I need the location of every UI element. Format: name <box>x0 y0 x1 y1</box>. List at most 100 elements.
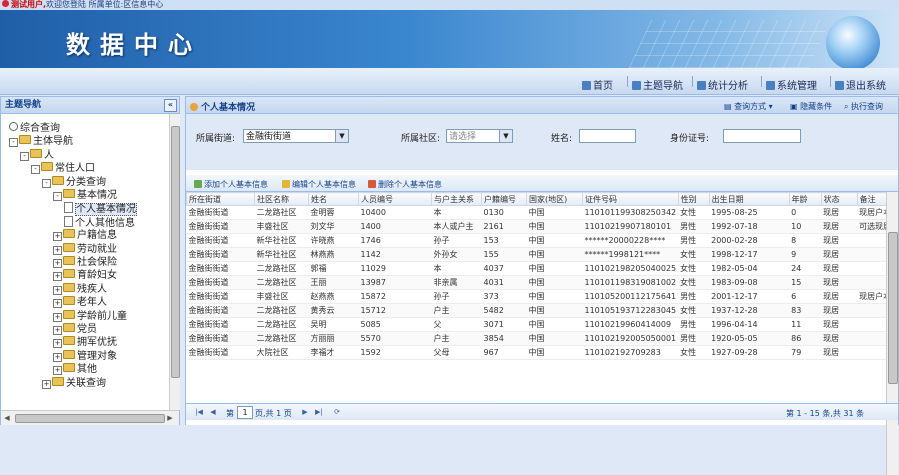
edit-record-button[interactable]: 编辑个人基本信息 <box>282 179 356 190</box>
grid-scroll-thumb[interactable] <box>888 232 898 384</box>
expand-node-icon[interactable]: + <box>53 259 62 268</box>
expand-node-icon[interactable]: + <box>53 245 62 255</box>
add-record-button[interactable]: 添加个人基本信息 <box>194 179 268 190</box>
scroll-right-arrow-icon[interactable]: ▶ <box>165 413 175 423</box>
tree-node[interactable]: + 党员 <box>53 323 97 335</box>
next-page-icon[interactable]: ▶ <box>300 407 310 417</box>
collapse-node-icon[interactable]: - <box>31 165 40 175</box>
column-header[interactable]: 性别 <box>677 192 710 206</box>
column-header[interactable]: 出生日期 <box>708 192 790 206</box>
grid-vertical-scrollbar[interactable] <box>886 192 898 475</box>
run-query-button[interactable]: ⌕ 执行查询 <box>844 101 883 112</box>
expand-node-icon[interactable]: + <box>53 299 62 309</box>
collapse-node-icon[interactable]: - <box>42 178 51 188</box>
tree-node[interactable]: + 育龄妇女 <box>53 269 117 282</box>
column-header[interactable]: 户籍编号 <box>481 192 527 206</box>
left-nav-panel: 主题导航 « 综合查询 - 主体导航 - 人 - 常住人口 - 分类查询 - 基本情况 个人基本情况个… <box>0 96 180 425</box>
table-cell: 二龙路社区 <box>254 261 309 276</box>
tree-node[interactable]: + 户籍信息 <box>53 229 117 242</box>
column-header[interactable]: 年龄 <box>788 192 822 206</box>
tree-node[interactable]: 综合查询 <box>9 122 60 134</box>
tree-node[interactable]: + 管理对象 <box>53 349 117 362</box>
tree-node-label: 关联查询 <box>66 377 106 389</box>
scroll-left-arrow-icon[interactable]: ◀ <box>2 413 12 423</box>
tree-node[interactable]: -人 <box>20 148 54 161</box>
table-row[interactable]: 金融街街道 二龙路社区 郭福 11029 本 4037 中国 1101021982050400… <box>186 261 894 276</box>
expand-node-icon[interactable]: + <box>53 352 62 362</box>
column-header[interactable]: 国家(地区) <box>526 192 583 206</box>
column-header[interactable]: 证件号码 <box>582 192 679 206</box>
delete-record-button[interactable]: 删除个人基本信息 <box>368 179 442 190</box>
nav-topic[interactable]: 主题导航 <box>632 77 683 92</box>
page-number-input[interactable]: 1 <box>237 406 253 419</box>
table-row[interactable]: 金融街街道 二龙路社区 黄秀云 15712 户主 5482 中国 11010519371228… <box>186 303 894 318</box>
table-row[interactable]: 金融街街道 二龙路社区 金明蓉 10400 本 0130 中国 110101199308250… <box>186 205 894 220</box>
column-header[interactable]: 姓名 <box>308 192 359 206</box>
table-cell: 2161 <box>481 219 527 234</box>
table-row[interactable]: 金融街街道 丰盛社区 刘文华 1400 本人或户主 2161 中国 1101021990718… <box>186 219 894 234</box>
tree-node[interactable]: - 常住人口 <box>31 162 95 175</box>
expand-node-icon[interactable]: + <box>53 366 62 376</box>
tree-node[interactable]: + 拥军优抚 <box>53 336 117 349</box>
nav-home[interactable]: 首页 <box>582 77 613 92</box>
id-number-input[interactable] <box>723 129 801 143</box>
tree-node[interactable]: - 分类查询 <box>42 175 106 188</box>
nav-exit[interactable]: 退出系统 <box>835 77 886 92</box>
table-row[interactable]: 金融街街道 大院社区 李福才 1592 父母 967 中国 110102192709283 女性… <box>186 345 894 360</box>
collapse-node-icon[interactable]: - <box>53 192 62 201</box>
refresh-icon[interactable]: ⟳ <box>332 407 342 417</box>
tree-scroll-thumb[interactable] <box>171 126 180 378</box>
hide-conditions-button[interactable]: ▣ 隐藏条件 <box>790 101 832 112</box>
expand-node-icon[interactable]: + <box>53 272 62 282</box>
nav-system[interactable]: 系统管理 <box>766 77 817 92</box>
column-header[interactable]: 状态 <box>820 192 858 206</box>
tree-node[interactable]: + 关联查询 <box>42 376 106 389</box>
collapse-node-icon[interactable]: - <box>20 151 29 161</box>
table-cell: 1996-04-14 <box>709 317 790 332</box>
tree-vertical-scrollbar[interactable] <box>169 114 180 410</box>
column-header[interactable]: 与户主关系 <box>431 192 482 206</box>
collapse-panel-button[interactable]: « <box>164 99 177 112</box>
table-cell: 父母 <box>431 345 482 360</box>
first-page-icon[interactable]: |◀ <box>194 407 204 417</box>
prev-page-icon[interactable]: ◀ <box>208 407 218 417</box>
expand-node-icon[interactable]: + <box>53 326 62 335</box>
tree-hscroll-thumb[interactable] <box>15 414 165 423</box>
tree-node[interactable]: + 其他 <box>53 363 97 376</box>
expand-node-icon[interactable]: + <box>53 312 62 322</box>
nav-stats[interactable]: 统计分析 <box>697 77 748 92</box>
table-cell: 15 <box>789 275 822 290</box>
query-mode-button[interactable]: ▤ 查询方式 ▾ <box>724 101 773 112</box>
tree-node[interactable]: - 主体导航 <box>9 135 73 148</box>
tree-horizontal-scrollbar[interactable]: ◀ ▶ <box>1 410 179 425</box>
table-row[interactable]: 金融街街道 二龙路社区 王丽 13987 非亲属 4031 中国 11010119831908… <box>186 275 894 290</box>
tree-node[interactable]: + 学龄前儿童 <box>53 309 127 322</box>
tree-node[interactable]: 个人基本情况 <box>64 202 137 217</box>
tree-node[interactable]: + 社会保险 <box>53 256 117 268</box>
street-select[interactable]: 金融街街道 ▼ <box>243 129 349 143</box>
column-header[interactable]: 所在街道 <box>186 192 255 206</box>
expand-node-icon[interactable]: + <box>42 379 51 389</box>
table-row[interactable]: 金融街街道 丰盛社区 赵燕燕 15872 孙子 373 中国 1101052001121756… <box>186 289 894 304</box>
table-row[interactable]: 金融街街道 二龙路社区 方丽丽 5570 户主 3854 中国 110102192005050… <box>186 331 894 346</box>
table-row[interactable]: 金融街街道 二龙路社区 吴明 5085 父 3071 中国 11010219960414009… <box>186 317 894 332</box>
table-row[interactable]: 金融街街道 新华社社区 林燕燕 1142 外孙女 155 中国 ******1998121**… <box>186 247 894 262</box>
tree-node[interactable]: + 老年人 <box>53 296 107 309</box>
table-row[interactable]: 金融街街道 新华社社区 许晓燕 1746 孙子 153 中国 ******20000228**… <box>186 233 894 248</box>
column-header[interactable]: 社区名称 <box>254 192 309 206</box>
community-select[interactable]: 请选择 ▼ <box>446 129 513 143</box>
street-label: 所属街道: <box>196 134 236 144</box>
tree-node[interactable]: + 残疾人 <box>53 282 107 295</box>
tree-node[interactable]: - 基本情况 <box>53 189 117 201</box>
last-page-icon[interactable]: ▶| <box>314 407 324 417</box>
name-input[interactable] <box>579 129 636 143</box>
table-cell: 0130 <box>481 205 527 220</box>
expand-node-icon[interactable]: + <box>53 339 62 349</box>
expand-node-icon[interactable]: + <box>53 285 62 295</box>
column-header[interactable]: 人员编号 <box>358 192 432 206</box>
expand-node-icon[interactable]: + <box>53 232 62 242</box>
tree-node[interactable]: + 劳动就业 <box>53 242 117 255</box>
tree-node[interactable]: 个人其他信息 <box>64 215 135 229</box>
collapse-node-icon[interactable]: - <box>9 138 18 148</box>
folder-icon <box>52 376 64 386</box>
